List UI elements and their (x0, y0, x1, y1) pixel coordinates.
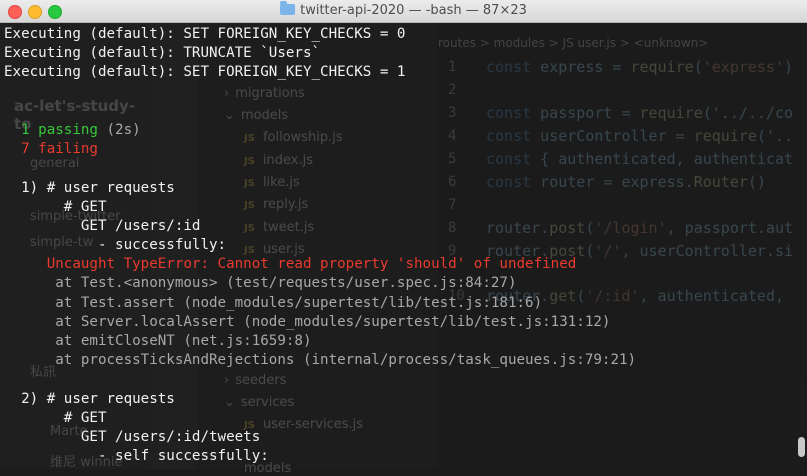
terminal-line: at Test.assert (node_modules/supertest/l… (4, 294, 543, 311)
terminal-line: 1) # user requests (4, 179, 175, 196)
terminal-line: 2) # user requests (4, 390, 175, 407)
terminal-line: # GET (4, 198, 107, 215)
terminal-line: 1 passing (2s) (4, 121, 141, 138)
terminal-line: at processTicksAndRejections (internal/p… (4, 352, 637, 369)
terminal-line: GET /users/:id (4, 217, 201, 234)
terminal-line: Executing (default): SET FOREIGN_KEY_CHE… (4, 64, 406, 81)
terminal-line: at Server.localAssert (node_modules/supe… (4, 313, 611, 330)
title-bar: twitter-api-2020 — -bash — 87×23 (0, 0, 807, 23)
terminal-line: # GET (4, 409, 107, 426)
terminal-line: at emitCloseNT (net.js:1659:8) (4, 333, 312, 349)
terminal-line: at Test.<anonymous> (test/requests/user.… (4, 275, 517, 292)
terminal-scrollbar[interactable] (798, 437, 805, 457)
window-title: twitter-api-2020 — -bash — 87×23 (300, 3, 527, 18)
terminal-line: Executing (default): TRUNCATE `Users` (4, 45, 321, 62)
folder-icon (280, 1, 296, 15)
terminal-line: Executing (default): SET FOREIGN_KEY_CHE… (4, 26, 406, 42)
window-title-wrap: twitter-api-2020 — -bash — 87×23 (0, 1, 807, 18)
terminal-line: 7 failing (4, 141, 98, 158)
terminal-line: Uncaught TypeError: Cannot read property… (4, 256, 577, 273)
terminal-line: - successfully: (4, 237, 227, 254)
terminal-line: - self successfully: (4, 448, 269, 465)
terminal-output[interactable]: Executing (default): SET FOREIGN_KEY_CHE… (4, 25, 636, 466)
terminal-line: GET /users/:id/tweets (4, 428, 261, 445)
